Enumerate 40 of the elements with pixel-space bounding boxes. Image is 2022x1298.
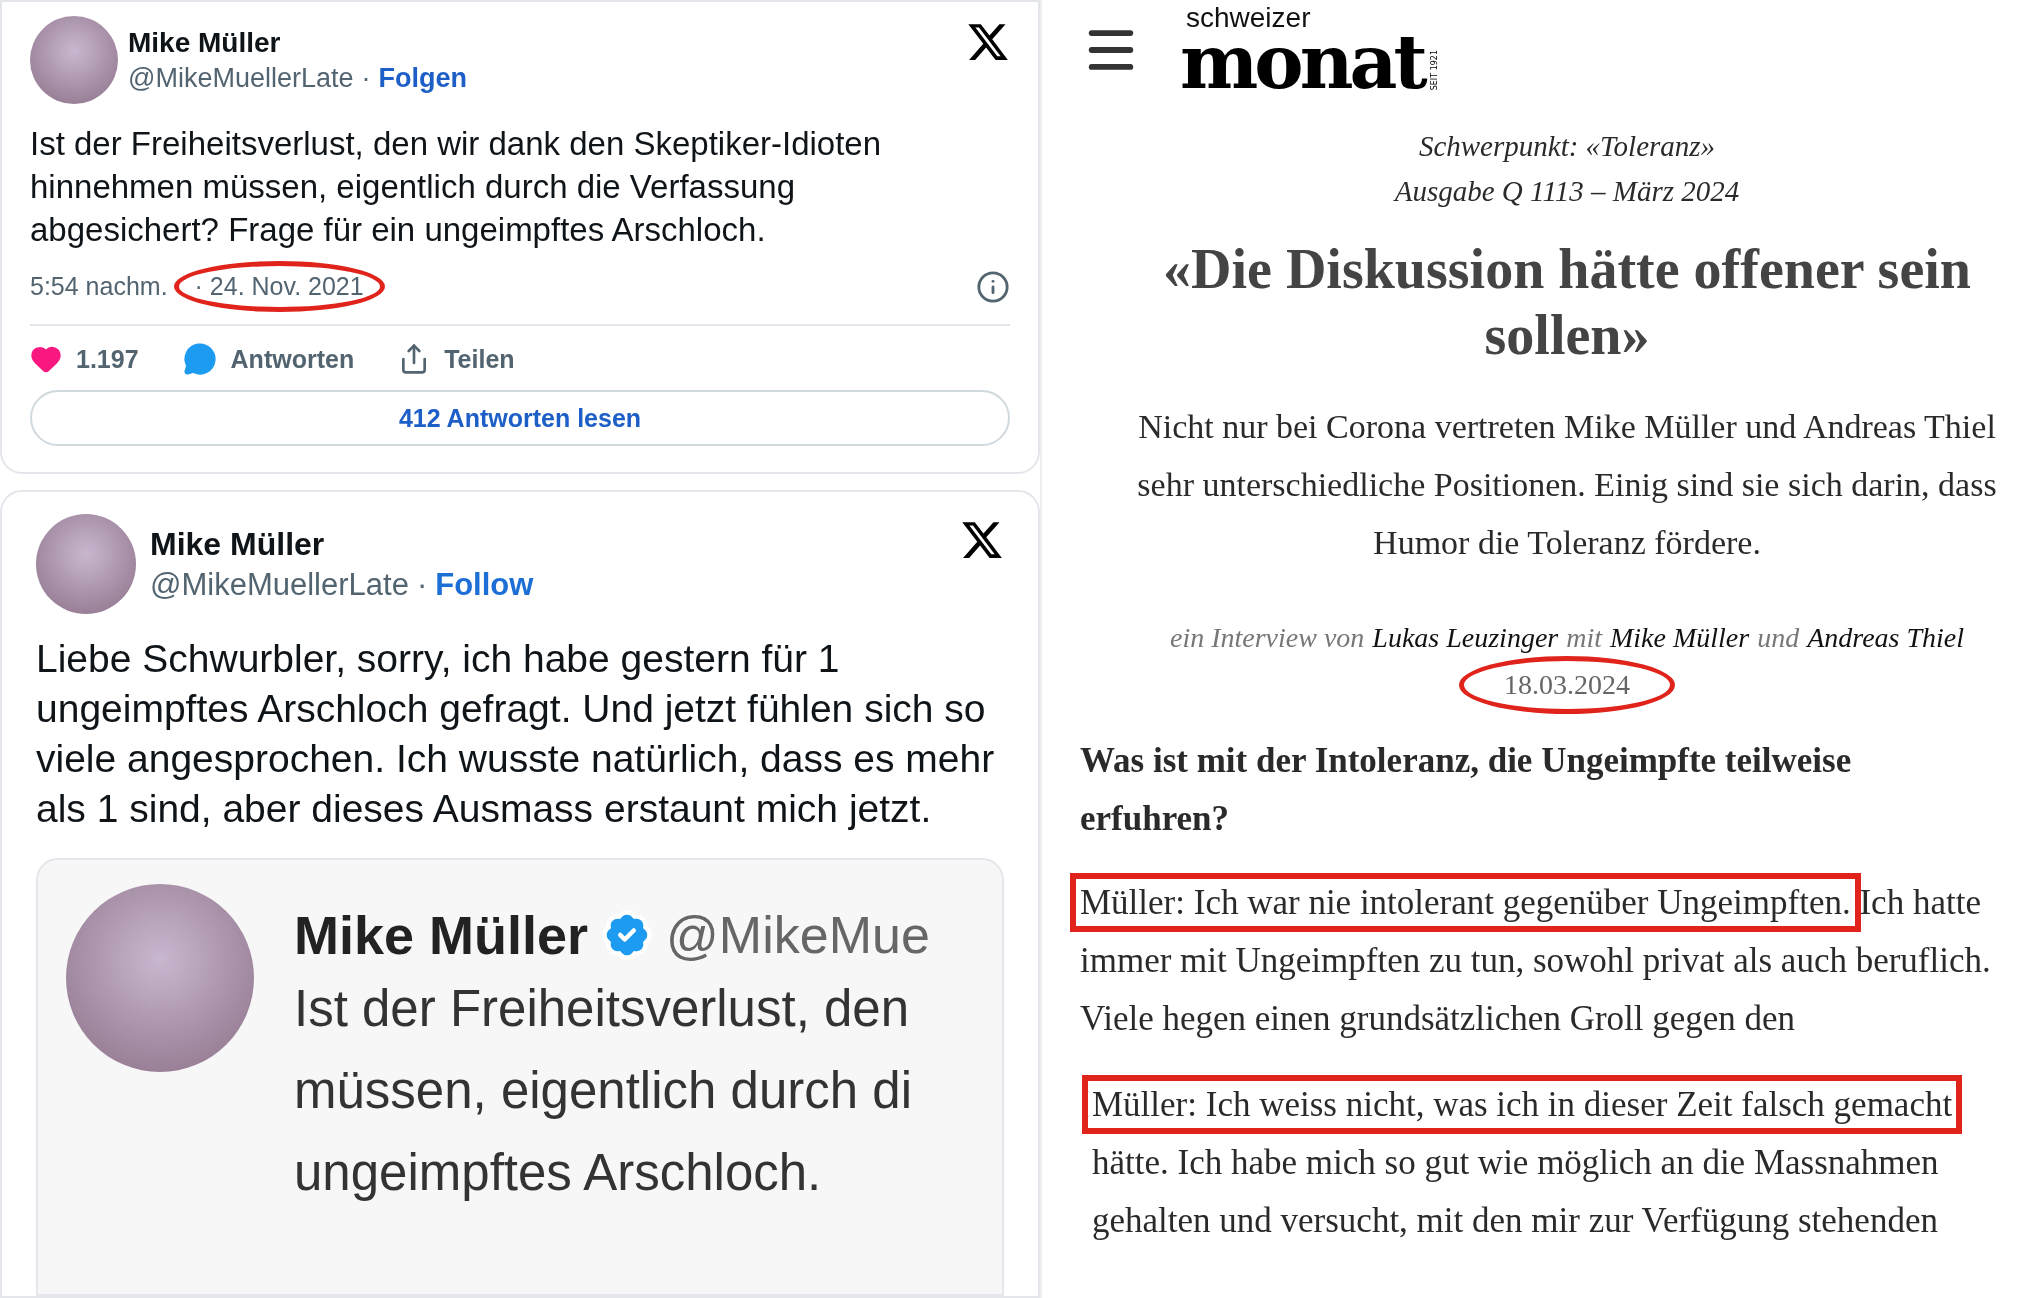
byline-text: und [1757,622,1800,654]
quoted-text-line: ungeimpftes Arschloch. [294,1143,823,1203]
tweet-text: Liebe Schwurbler, sorry, ich habe gestern für 1 ungeimpftes Arschloch gefragt. Und jetzt fühlen sich so viele angesprochen. Ich wusste natürlich, dass es mehr als 1 sind, aber dieses Ausmass erstaunt mich jetzt. [36,636,996,832]
handle-text: @MikeMue [666,905,930,965]
author-name: Mike Müller [150,525,326,563]
issue-text: Ausgabe Q 1113 – März 2024 [1394,174,1740,209]
info-icon[interactable] [976,269,1010,304]
separator-text: · [416,566,428,603]
author-name: Mike Müller [128,26,282,59]
article-headline: «Die Diskussion hätte offener sein sollen» [1162,237,1972,368]
person-name: Andreas Thiel [1807,622,1965,654]
tweet-text: Ist der Freiheitsverlust, den wir dank den Skeptiker-Idioten hinnehmen müssen, eigentlich durch die Verfassung abgesichert? Frage für ein ungeimpftes Arschloch. [30,124,883,250]
kicker-text: Schwerpunkt: «Toleranz» [1418,129,1716,164]
logo-since-text: SEIT 1921 [1429,49,1439,90]
quoted-text-line: müssen, eigentlich durch di [294,1061,913,1121]
follow-link[interactable]: Folgen [378,62,467,94]
interview-question: Was ist mit der Intoleranz, die Ungeimpfte teilweise erfuhren? [1080,740,1853,840]
logo-wordmark[interactable]: monat [1180,30,1424,94]
tweet-date: · 24. Nov. 2021 [173,261,385,312]
byline-text: ein Interview von [1169,622,1365,654]
person-name: Lukas Leuzinger [1372,622,1559,654]
byline-text: mit [1566,622,1602,654]
like-count: 1.197 [76,344,139,374]
follow-link[interactable]: Follow [435,566,534,603]
speech-bubble-icon[interactable] [182,342,217,376]
author-name: Mike Müller [294,904,589,966]
separator-text: · [361,62,371,94]
lead-paragraph: Nicht nur bei Corona vertreten Mike Müller und Andreas Thiel sehr unterschiedliche Positionen. Einig sind sie sich darin, dass Humor die Toleranz fördere. [1136,407,1998,563]
article-date: 18.03.2024 [1459,656,1675,714]
answer-paragraph: Müller: Ich war nie intolerant gegenüber Ungeimpften. Ich hatte immer mit Ungeimpften zu tun, sowohl privat als auch beruflich. Viele hegen einen grundsätzlichen Groll gegen den [1070,864,2010,1058]
logo-text: schweizer [1186,6,1312,30]
quoted-text-line: Ist der Freiheitsverlust, den [294,979,911,1039]
reply-link[interactable]: Antworten [230,344,355,374]
handle-text: @MikeMuellerLate [150,566,409,603]
answer-paragraph: Müller: Ich weiss nicht, was ich in dieser Zeit falsch gemacht hätte. Ich habe mich so gut wie möglich an die Massnahmen gehalten und versucht, mit den mir zur Verfügung stehenden [1082,1066,2022,1260]
person-name: Mike Müller [1610,622,1750,654]
share-link[interactable]: Teilen [444,344,515,374]
handle-text: @MikeMuellerLate [128,62,354,94]
tweet-time: 5:54 nachm. [30,272,168,301]
read-replies-button[interactable]: 412 Antworten lesen [30,390,1010,446]
